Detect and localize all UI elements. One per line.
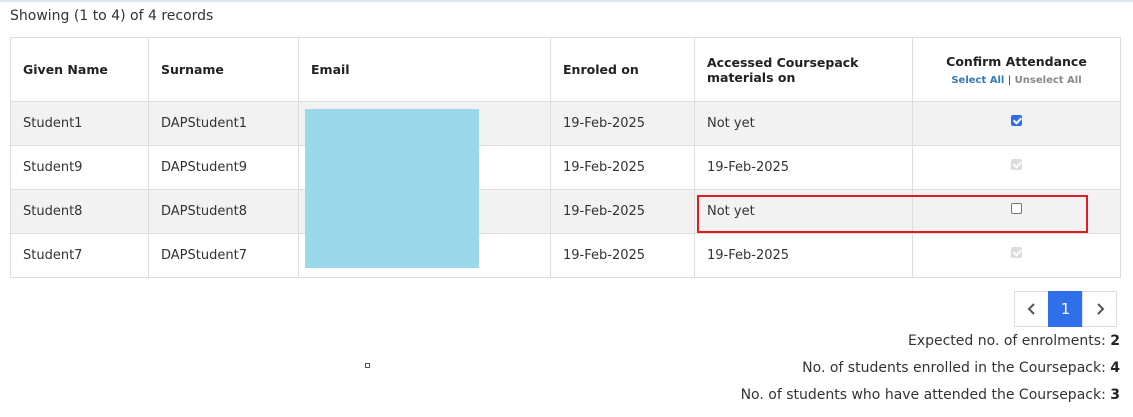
checkmark-icon [1012, 247, 1023, 257]
cell-given-name: Student8 [10, 189, 149, 234]
table-row: Student9 DAPStudent9 19-Feb-2025 19-Feb-… [10, 145, 1121, 190]
header-email: Email [298, 37, 551, 102]
records-summary: Showing (1 to 4) of 4 records [10, 8, 214, 24]
header-enroled-on: Enroled on [550, 37, 695, 102]
table-row: Student1 DAPStudent1 19-Feb-2025 Not yet [10, 101, 1121, 146]
unselect-all-link[interactable]: Unselect All [1015, 75, 1082, 86]
cell-given-name: Student7 [10, 233, 149, 278]
students-enrolled-stat: No. of students enrolled in the Coursepa… [802, 360, 1120, 376]
header-confirm-label: Confirm Attendance [946, 53, 1087, 69]
select-separator: | [1007, 74, 1012, 86]
cell-given-name: Student9 [10, 145, 149, 190]
highlight-annotation [697, 195, 1088, 233]
next-page-button[interactable] [1082, 291, 1117, 327]
chevron-right-icon [1096, 303, 1104, 315]
expected-enrolments-value: 2 [1110, 333, 1120, 349]
cell-surname: DAPStudent7 [148, 233, 299, 278]
cell-accessed: 19-Feb-2025 [694, 233, 913, 278]
checkmark-icon [1012, 159, 1023, 169]
select-all-link[interactable]: Select All [951, 75, 1004, 86]
top-divider [0, 0, 1133, 2]
cell-enroled-on: 19-Feb-2025 [550, 101, 695, 146]
cell-confirm [912, 145, 1121, 190]
attendance-checkbox[interactable] [1011, 115, 1023, 126]
select-links: Select All | Unselect All [925, 75, 1108, 86]
pagination: 1 [1014, 291, 1117, 327]
header-confirm-attendance: Confirm Attendance Select All | Unselect… [912, 37, 1121, 102]
table-header-row: Given Name Surname Email Enroled on Acce… [10, 37, 1121, 102]
enrolment-table: Given Name Surname Email Enroled on Acce… [10, 37, 1121, 278]
attendance-checkbox-disabled [1011, 247, 1023, 258]
cell-given-name: Student1 [10, 101, 149, 146]
email-redaction-block [305, 109, 479, 268]
cell-surname: DAPStudent1 [148, 101, 299, 146]
checkmark-icon [1012, 115, 1023, 125]
cell-accessed: Not yet [694, 101, 913, 146]
attendance-checkbox-disabled [1011, 159, 1023, 170]
cell-accessed: 19-Feb-2025 [694, 145, 913, 190]
students-enrolled-value: 4 [1110, 360, 1120, 376]
header-given-name: Given Name [10, 37, 149, 102]
small-square-icon [365, 363, 370, 368]
cell-surname: DAPStudent9 [148, 145, 299, 190]
students-attended-stat: No. of students who have attended the Co… [741, 387, 1120, 403]
expected-enrolments-label: Expected no. of enrolments: [907, 333, 1106, 349]
cell-enroled-on: 19-Feb-2025 [550, 189, 695, 234]
header-surname: Surname [148, 37, 299, 102]
cell-confirm [912, 233, 1121, 278]
cell-confirm [912, 101, 1121, 146]
students-attended-value: 3 [1110, 387, 1120, 403]
expected-enrolments-stat: Expected no. of enrolments: 2 [908, 333, 1120, 349]
table-row: Student7 DAPStudent7 19-Feb-2025 19-Feb-… [10, 233, 1121, 278]
students-attended-label: No. of students who have attended the Co… [740, 387, 1106, 403]
page-button-current[interactable]: 1 [1048, 291, 1083, 327]
chevron-left-icon [1027, 303, 1035, 315]
prev-page-button[interactable] [1014, 291, 1049, 327]
cell-enroled-on: 19-Feb-2025 [550, 233, 695, 278]
cell-surname: DAPStudent8 [148, 189, 299, 234]
students-enrolled-label: No. of students enrolled in the Coursepa… [802, 360, 1106, 376]
cell-enroled-on: 19-Feb-2025 [550, 145, 695, 190]
header-accessed: Accessed Coursepack materials on [694, 37, 913, 102]
